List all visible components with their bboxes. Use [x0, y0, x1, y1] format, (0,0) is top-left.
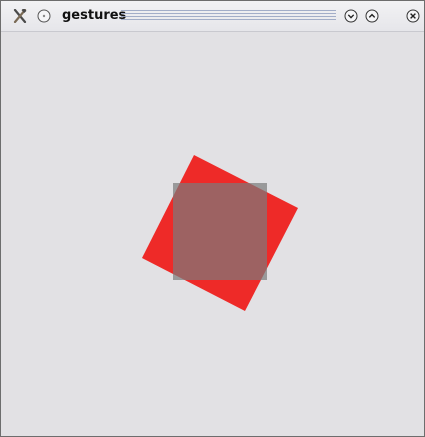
- app-window: gestures: [0, 0, 425, 437]
- shade-icon[interactable]: [344, 9, 358, 23]
- gesture-canvas-area[interactable]: [1, 32, 424, 436]
- window-title: gestures: [62, 8, 127, 23]
- title-bar[interactable]: gestures: [1, 1, 424, 32]
- sticky-icon[interactable]: [37, 9, 51, 23]
- title-bar-grip: [121, 10, 336, 22]
- window-menu-icon[interactable]: [13, 9, 27, 23]
- gesture-canvas[interactable]: [1, 32, 424, 436]
- gray-overlay-square: [173, 183, 267, 280]
- maximize-icon[interactable]: [365, 9, 379, 23]
- close-icon[interactable]: [406, 9, 420, 23]
